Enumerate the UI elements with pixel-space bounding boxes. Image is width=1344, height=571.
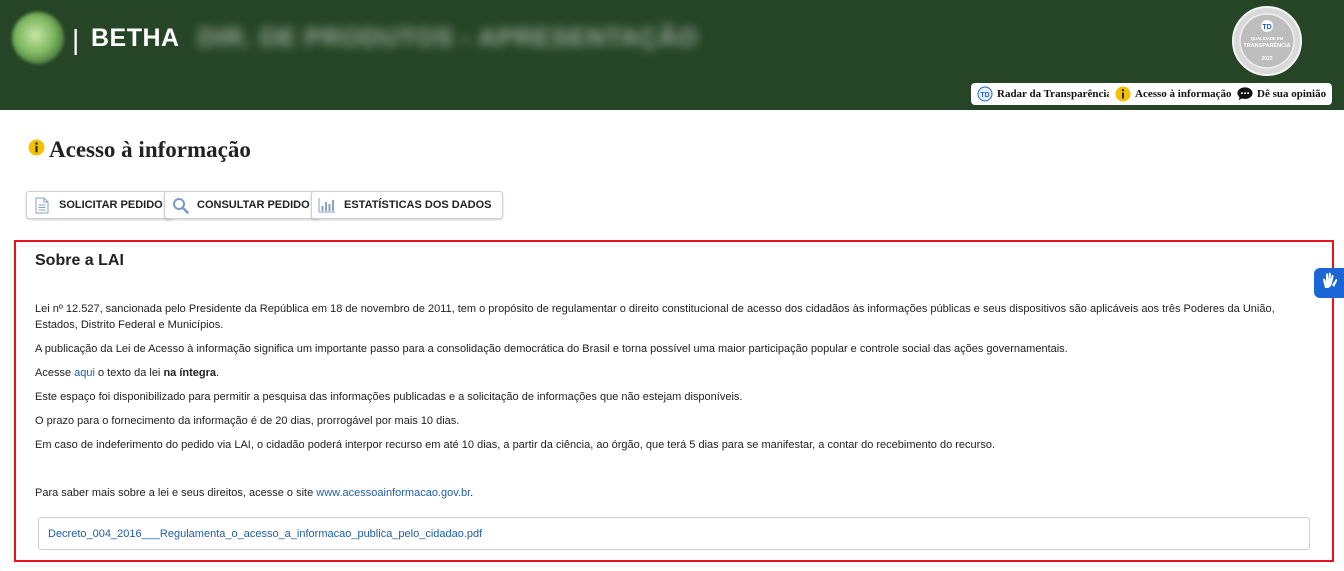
p3-prefix: Acesse <box>35 367 72 379</box>
brand-separator: | <box>72 24 80 55</box>
acesso-informacao-label: Acesso à informação <box>1135 88 1232 100</box>
p3-bold: na íntegra <box>163 367 217 379</box>
acessoainformacao-link[interactable]: www.acessoainformacao.gov.br <box>316 487 470 499</box>
org-name: DIR. DE PRODUTOS - APRESENTAÇÃO <box>198 24 699 52</box>
sobre-lai-panel: Sobre a LAI Lei nº 12.527, sancionada pe… <box>14 240 1334 562</box>
svg-text:TD: TD <box>1262 24 1271 31</box>
search-icon <box>171 196 189 214</box>
p7-prefix: Para saber mais sobre a lei e seus direi… <box>35 487 314 499</box>
brand-name: BETHA <box>91 24 180 52</box>
lai-paragraph-5: O prazo para o fornecimento da informaçã… <box>35 415 460 427</box>
city-logo[interactable] <box>12 12 64 64</box>
p3-suffix: . <box>216 367 220 379</box>
consultar-pedido-label: CONSULTAR PEDIDO <box>197 199 310 211</box>
acesso-informacao-link[interactable]: Acesso à informação <box>1109 83 1238 105</box>
attachment-box: Decreto_004_2016___Regulamenta_o_acesso_… <box>38 517 1310 550</box>
seal-line1: QUALIDADE EM <box>1251 36 1284 41</box>
info-icon <box>1115 86 1131 102</box>
site-header: | BETHA DIR. DE PRODUTOS - APRESENTAÇÃO … <box>0 0 1344 110</box>
document-icon <box>33 196 51 214</box>
lai-paragraph-3: Acesse aqui o texto da lei na íntegra. <box>35 365 1305 381</box>
lai-paragraph-7: Para saber mais sobre a lei e seus direi… <box>35 485 1305 501</box>
seal-line2: TRANSPARÊNCIA <box>1243 41 1290 49</box>
accessibility-widget-button[interactable] <box>1314 268 1344 298</box>
chat-bubble-icon <box>1237 86 1253 102</box>
consultar-pedido-button[interactable]: CONSULTAR PEDIDO <box>164 191 321 219</box>
lai-paragraph-1: Lei nº 12.527, sancionada pelo President… <box>35 303 1275 331</box>
lai-paragraph-4: Este espaço foi disponibilizado para per… <box>35 391 743 403</box>
radar-icon: TD <box>977 86 993 102</box>
sign-language-hands-icon <box>1319 271 1339 296</box>
bar-chart-icon <box>318 196 336 214</box>
page-heading: Acesso à informação <box>28 137 251 163</box>
p3-middle: o texto da lei <box>98 367 161 379</box>
radar-transparencia-label: Radar da Transparência <box>997 88 1112 100</box>
svg-text:TD: TD <box>980 92 989 99</box>
section-title: Sobre a LAI <box>35 252 124 269</box>
seal-year: 2022 <box>1261 56 1272 62</box>
de-sua-opiniao-link[interactable]: Dê sua opinião <box>1231 83 1333 105</box>
decreto-pdf-link[interactable]: Decreto_004_2016___Regulamenta_o_acesso_… <box>48 528 482 540</box>
radar-transparencia-link[interactable]: TD Radar da Transparência <box>971 83 1118 105</box>
estatisticas-dados-label: ESTATÍSTICAS DOS DADOS <box>344 199 492 211</box>
info-icon <box>28 139 45 161</box>
estatisticas-dados-button[interactable]: ESTATÍSTICAS DOS DADOS <box>311 191 503 219</box>
transparency-seal-icon: TD QUALIDADE EM TRANSPARÊNCIA 2022 <box>1232 6 1302 76</box>
lai-paragraph-2: A publicação da Lei de Acesso à informaç… <box>35 343 1068 355</box>
de-sua-opiniao-label: Dê sua opinião <box>1257 88 1327 100</box>
solicitar-pedido-label: SOLICITAR PEDIDO <box>59 199 163 211</box>
solicitar-pedido-button[interactable]: SOLICITAR PEDIDO <box>26 191 174 219</box>
lei-aqui-link[interactable]: aqui <box>74 367 95 379</box>
lai-paragraph-6: Em caso de indeferimento do pedido via L… <box>35 439 996 451</box>
p7-suffix: . <box>470 487 474 499</box>
page-title: Acesso à informação <box>49 137 251 162</box>
